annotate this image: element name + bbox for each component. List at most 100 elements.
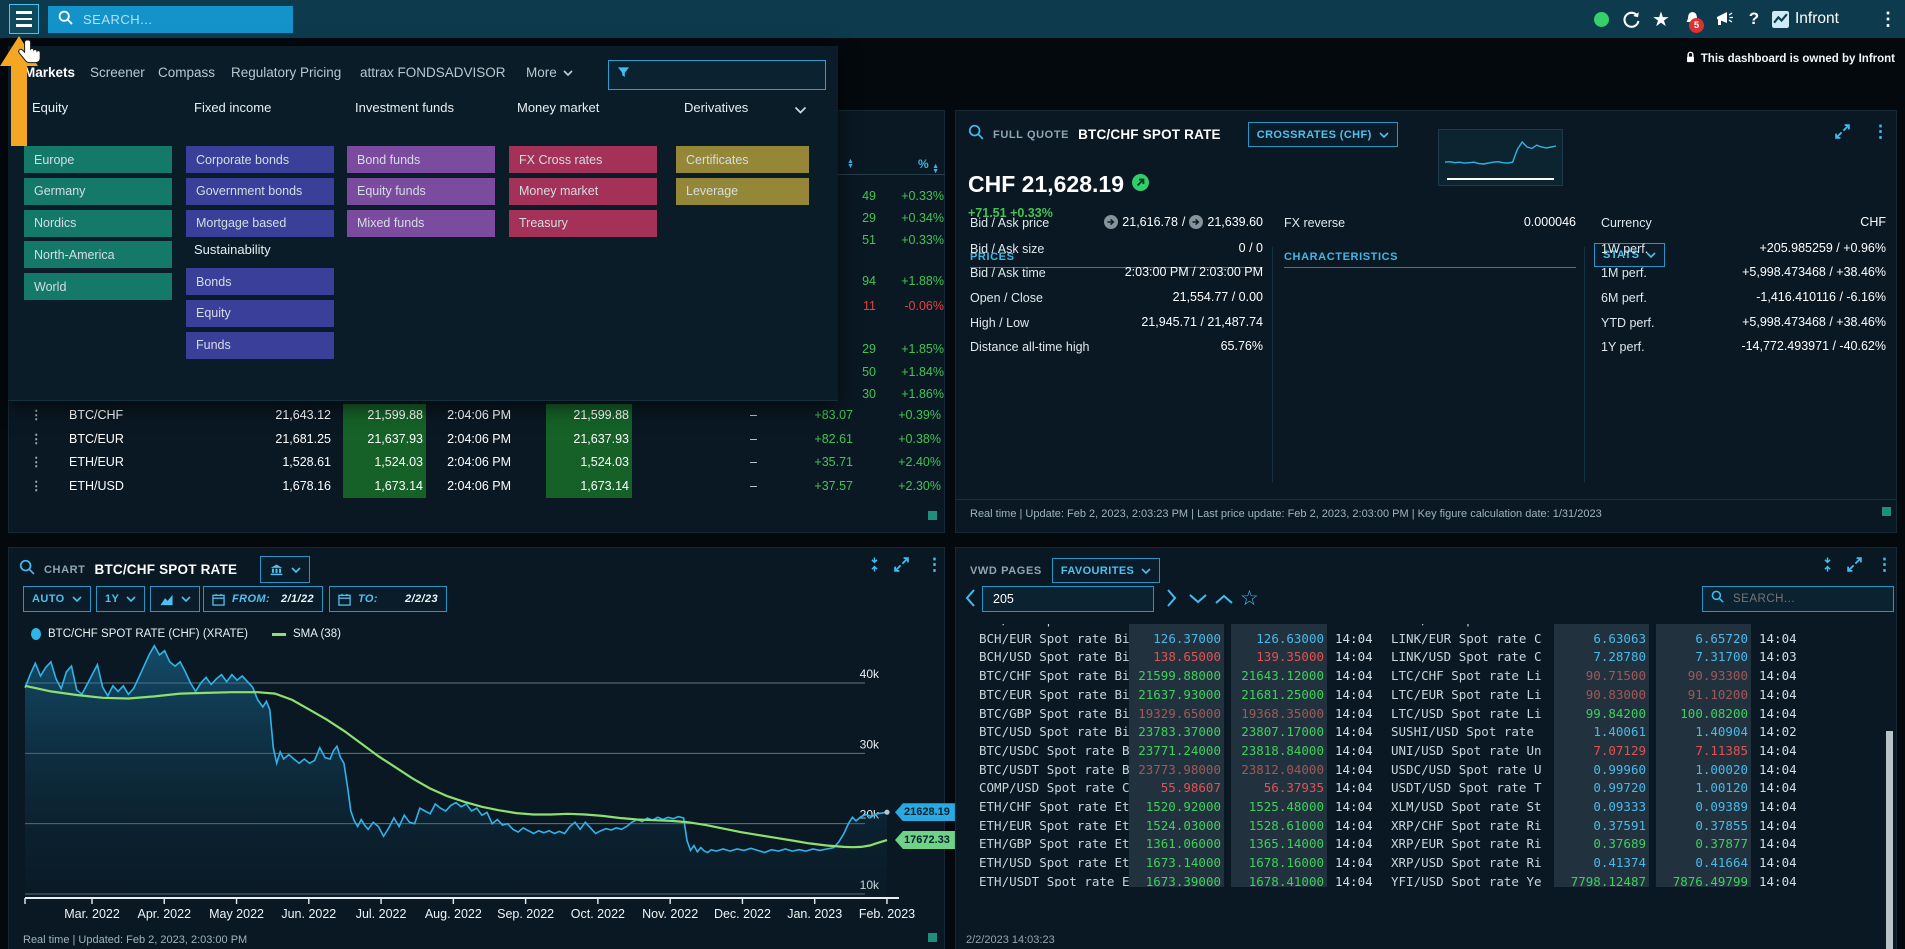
page-prev-icon[interactable] xyxy=(964,588,976,613)
favourite-star-icon[interactable]: ☆ xyxy=(1240,586,1259,611)
menu-item-europe[interactable]: Europe xyxy=(24,146,172,173)
price-row-value: 2:03:00 PM / 2:03:00 PM xyxy=(1016,265,1263,279)
row-kebab-menu-icon[interactable]: ⋮ xyxy=(30,431,43,446)
menu-item-world[interactable]: World xyxy=(24,273,172,300)
expand-icon[interactable] xyxy=(1846,556,1863,578)
table-row[interactable]: ⋮ETH/USD1,678.161,673.142:04:06 PM1,673.… xyxy=(9,475,946,499)
bid-value: 7.07129 xyxy=(1554,743,1646,758)
menu-tab-more[interactable]: More xyxy=(526,65,573,80)
global-search[interactable] xyxy=(48,6,293,33)
stat-label: YTD perf. xyxy=(1601,316,1655,330)
chart-type-dropdown[interactable] xyxy=(150,586,200,612)
derivatives-collapse-chevron-icon[interactable] xyxy=(794,101,807,119)
menu-item-sustainability-funds[interactable]: Funds xyxy=(186,332,334,359)
collapse-vertical-icon[interactable] xyxy=(867,556,882,578)
bid-value: 0.09333 xyxy=(1554,799,1646,814)
menu-item-treasury[interactable]: Treasury xyxy=(509,210,657,237)
menu-tab-attrax-fondsadvisor[interactable]: attrax FONDSADVISOR xyxy=(360,65,506,80)
exchange-dropdown[interactable] xyxy=(260,556,310,583)
quote-search-icon[interactable] xyxy=(968,124,984,145)
help-icon[interactable]: ? xyxy=(1742,0,1766,38)
ask-value: 23807.17000 xyxy=(1231,724,1324,739)
page-up-icon[interactable] xyxy=(1214,592,1234,610)
menu-item-government-bonds[interactable]: Government bonds xyxy=(186,178,334,205)
ask-value: 0.41664 xyxy=(1655,855,1748,870)
bid-value: 126.37000 xyxy=(1129,631,1221,646)
expand-icon[interactable] xyxy=(1834,123,1851,145)
favorites-star-icon[interactable]: ★ xyxy=(1648,0,1674,38)
bid-value: 1.40061 xyxy=(1554,724,1646,739)
bid-value: 1520.92000 xyxy=(1129,799,1221,814)
instrument-name: USDT/USD Spot rate T xyxy=(1391,780,1542,795)
bid-value: 1673.14000 xyxy=(1129,855,1221,870)
last-value: 21,681.25 xyxy=(231,432,331,446)
menu-item-bond-funds[interactable]: Bond funds xyxy=(347,146,495,173)
vwd-search-box[interactable] xyxy=(1702,586,1894,612)
menu-item-money-market[interactable]: Money market xyxy=(509,178,657,205)
collapse-vertical-icon[interactable] xyxy=(1820,556,1835,578)
notifications-bell-icon[interactable]: 5 xyxy=(1678,0,1706,38)
menu-item-north-america[interactable]: North-America xyxy=(24,241,172,268)
expand-icon[interactable] xyxy=(893,556,910,578)
row-kebab-menu-icon[interactable]: ⋮ xyxy=(30,407,43,422)
menu-item-mortgage-based[interactable]: Mortgage based xyxy=(186,210,334,237)
refresh-icon[interactable] xyxy=(1618,0,1644,38)
crossrates-dropdown[interactable]: CROSSRATES (CHF) xyxy=(1248,122,1398,147)
page-number-input[interactable] xyxy=(991,591,1145,607)
widget-kebab-menu-icon[interactable]: ⋮ xyxy=(1872,123,1889,140)
vwd-terminal-table[interactable]: BCH/CHF Spot rate Bi126.75000127.0500014… xyxy=(966,624,1891,887)
bid-value: 90.83000 xyxy=(1554,687,1646,702)
change-value: +37.57 xyxy=(773,479,853,493)
date-from-field[interactable]: FROM: 2/1/22 xyxy=(203,586,323,612)
announcements-megaphone-icon[interactable] xyxy=(1710,0,1738,38)
menu-item-germany[interactable]: Germany xyxy=(24,178,172,205)
price-chart[interactable]: 40k30k20k10kMar. 2022Apr. 2022May 2022Ju… xyxy=(9,644,946,928)
favourites-dropdown[interactable]: FAVOURITES xyxy=(1052,558,1160,583)
menu-item-mixed-funds[interactable]: Mixed funds xyxy=(347,210,495,237)
legend-item[interactable]: BTC/CHF SPOT RATE (CHF) (XRATE) xyxy=(31,628,248,640)
table-row[interactable]: ⋮BTC/EUR21,681.2521,637.932:04:06 PM21,6… xyxy=(9,428,946,452)
range-dropdown[interactable]: 1Y xyxy=(96,586,145,612)
menu-tab-compass[interactable]: Compass xyxy=(158,65,215,80)
sort-icon[interactable]: ▲▼ xyxy=(847,159,854,169)
menu-tab-regulatory-pricing[interactable]: Regulatory Pricing xyxy=(231,65,341,80)
menu-tab-markets[interactable]: Markets xyxy=(24,65,75,80)
menu-item-fx-cross-rates[interactable]: FX Cross rates xyxy=(509,146,657,173)
menu-item-corporate-bonds[interactable]: Corporate bonds xyxy=(186,146,334,173)
menu-item-equity-funds[interactable]: Equity funds xyxy=(347,178,495,205)
vwd-search-input[interactable] xyxy=(1731,592,1885,606)
menu-item-leverage[interactable]: Leverage xyxy=(676,178,809,205)
bid-value: 55.98607 xyxy=(1129,780,1221,795)
table-row[interactable]: ⋮ETH/EUR1,528.611,524.032:04:06 PM1,524.… xyxy=(9,451,946,475)
table-row[interactable]: ⋮BTC/CHF21,643.1221,599.882:04:06 PM21,5… xyxy=(9,404,946,428)
instrument-name: BCH/EUR Spot rate Bi xyxy=(979,631,1130,646)
legend-item[interactable]: SMA (38) xyxy=(272,628,341,640)
menu-tab-screener[interactable]: Screener xyxy=(90,65,145,80)
search-input[interactable] xyxy=(81,11,265,28)
page-down-icon[interactable] xyxy=(1188,592,1208,610)
page-number-field[interactable] xyxy=(982,586,1154,612)
menu-filter-input[interactable] xyxy=(636,67,810,84)
menu-item-sustainability-bonds[interactable]: Bonds xyxy=(186,268,334,295)
svg-text:Apr. 2022: Apr. 2022 xyxy=(138,907,192,921)
date-to-field[interactable]: TO: 2/2/23 xyxy=(329,586,447,612)
chart-search-icon[interactable] xyxy=(19,559,35,580)
menu-filter-box[interactable] xyxy=(608,60,826,90)
period-mode-dropdown[interactable]: AUTO xyxy=(23,586,91,612)
menu-item-sustainability-equity[interactable]: Equity xyxy=(186,300,334,327)
row-kebab-menu-icon[interactable]: ⋮ xyxy=(30,454,43,469)
widget-kebab-menu-icon[interactable]: ⋮ xyxy=(926,556,943,573)
menu-item-nordics[interactable]: Nordics xyxy=(24,210,172,237)
menu-item-certificates[interactable]: Certificates xyxy=(676,146,809,173)
vertical-scrollbar[interactable] xyxy=(1886,731,1893,949)
widget-kebab-menu-icon[interactable]: ⋮ xyxy=(1876,556,1893,573)
topbar-kebab-menu-icon[interactable]: ⋮ xyxy=(1878,0,1898,38)
price-row-value: 21,554.77 / 0.00 xyxy=(1016,290,1263,304)
page-next-icon[interactable] xyxy=(1166,588,1178,613)
row-kebab-menu-icon[interactable]: ⋮ xyxy=(30,478,43,493)
stat-label: 1W perf. xyxy=(1601,242,1648,256)
stream-indicator xyxy=(1882,507,1891,516)
main-menu-button[interactable] xyxy=(9,4,39,34)
quote-time: 14:04 xyxy=(1759,706,1797,721)
pct-column-header[interactable]: % ▲▼ xyxy=(889,157,939,174)
